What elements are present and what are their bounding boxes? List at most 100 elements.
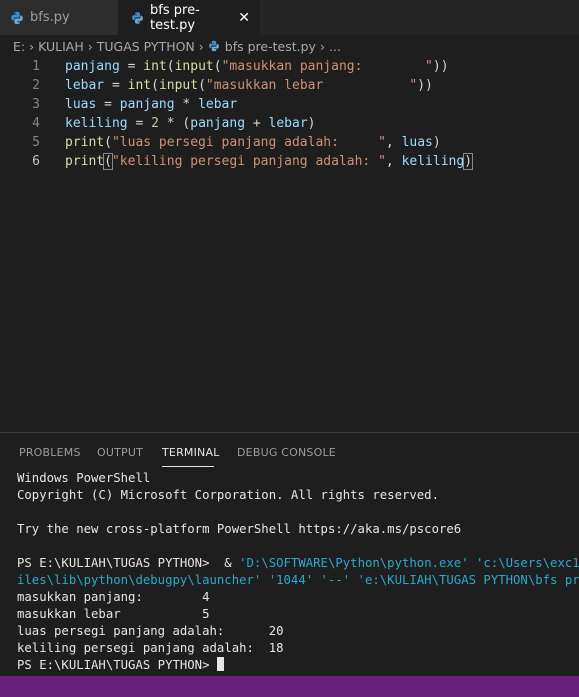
code-line[interactable]: 1 panjang = int(input("masukkan panjang: …: [0, 57, 579, 76]
code-text: print("luas persegi panjang adalah: ", l…: [65, 133, 441, 152]
terminal-text: iles\lib\python\debugpy\launcher' '1044'…: [17, 573, 579, 587]
terminal-line: masukkan panjang: 4: [17, 589, 579, 606]
code-token: int: [143, 59, 167, 74]
code-text: panjang = int(input("masukkan panjang: "…: [65, 57, 449, 76]
line-number: 5: [32, 135, 40, 150]
terminal-output[interactable]: Windows PowerShell Copyright (C) Microsof…: [17, 470, 579, 674]
code-token: ): [307, 116, 316, 131]
code-token: lebar: [198, 97, 238, 112]
terminal-cursor: [216, 657, 224, 671]
code-line[interactable]: 4 keliling = 2 * (panjang + lebar): [0, 114, 579, 133]
line-number: 1: [32, 59, 40, 74]
code-token: )): [432, 59, 449, 74]
terminal-line: Copyright (C) Microsoft Corporation. All…: [17, 487, 579, 504]
code-token: ): [463, 153, 473, 170]
terminal-line: PS E:\KULIAH\TUGAS PYTHON>: [17, 657, 579, 674]
terminal-line: Windows PowerShell: [17, 470, 579, 487]
code-token: =: [104, 78, 128, 93]
code-token: "masukkan panjang: ": [221, 59, 433, 74]
code-line[interactable]: 3 luas = panjang * lebar: [0, 95, 579, 114]
line-number: 4: [32, 116, 40, 131]
line-number: 3: [32, 97, 40, 112]
code-token: ,: [385, 154, 402, 169]
code-token: panjang: [190, 116, 246, 131]
tab-bfs-py[interactable]: bfs.py: [0, 0, 118, 35]
tab-label: bfs pre-test.py: [150, 2, 200, 33]
close-icon[interactable]: ✕: [238, 10, 250, 26]
code-token: luas: [65, 97, 97, 112]
line-number: 6: [32, 154, 40, 169]
code-token: +: [245, 116, 269, 131]
code-token: int: [127, 78, 152, 93]
code-token: )): [417, 78, 433, 93]
code-text: keliling = 2 * (panjang + lebar): [65, 114, 316, 133]
code-token: print: [65, 135, 105, 150]
python-icon: [132, 11, 143, 24]
breadcrumb-symbols[interactable]: ...: [329, 39, 341, 54]
terminal-text: PS E:\KULIAH\TUGAS PYTHON> &: [17, 556, 240, 570]
breadcrumb: E: › KULIAH › TUGAS PYTHON › bfs pre-tes…: [0, 35, 579, 57]
terminal-line: iles\lib\python\debugpy\launcher' '1044'…: [17, 572, 579, 589]
tab-debug-console[interactable]: DEBUG CONSOLE: [237, 446, 336, 459]
python-icon: [208, 40, 219, 52]
code-token: (: [198, 78, 206, 93]
code-line[interactable]: 2 lebar = int(input("masukkan lebar ")): [0, 76, 579, 95]
code-token: (: [213, 59, 222, 74]
code-token: "keliling persegi panjang adalah: ": [111, 154, 386, 169]
terminal-line: Try the new cross-platform PowerShell ht…: [17, 521, 579, 538]
line-number: 2: [32, 78, 40, 93]
chevron-right-icon: ›: [198, 38, 204, 54]
code-token: "masukkan lebar ": [205, 78, 418, 93]
chevron-right-icon: ›: [29, 38, 35, 54]
terminal-text: keliling persegi panjang adalah: 18: [17, 641, 284, 655]
code-line[interactable]: 5 print("luas persegi panjang adalah: ", …: [0, 133, 579, 152]
code-token: * (: [158, 116, 191, 131]
code-token: (: [104, 135, 112, 150]
terminal-text: masukkan lebar 5: [17, 607, 210, 621]
terminal-line: PS E:\KULIAH\TUGAS PYTHON> & 'D:\SOFTWAR…: [17, 555, 579, 572]
code-token: panjang: [119, 97, 175, 112]
breadcrumb-folder-kuliah[interactable]: KULIAH: [38, 39, 84, 54]
code-token: input: [158, 78, 199, 93]
code-token: panjang: [65, 59, 120, 74]
code-token: (: [103, 153, 113, 170]
chevron-right-icon: ›: [87, 38, 93, 54]
code-token: =: [96, 97, 120, 112]
code-token: keliling: [65, 116, 128, 131]
code-token: print: [65, 154, 105, 169]
code-token: =: [127, 116, 152, 131]
tab-problems[interactable]: PROBLEMS: [19, 446, 81, 459]
active-tab-indicator: [162, 466, 214, 467]
terminal-text: masukkan panjang: 4: [17, 590, 210, 604]
editor-tab-bar: bfs.py bfs pre-test.py ✕: [0, 0, 579, 35]
tab-terminal[interactable]: TERMINAL: [162, 446, 220, 459]
terminal-text: Try the new cross-platform PowerShell ht…: [17, 522, 462, 536]
breadcrumb-drive[interactable]: E:: [13, 39, 25, 54]
code-editor[interactable]: 1 panjang = int(input("masukkan panjang: …: [0, 56, 579, 432]
code-line[interactable]: 6 print("keliling persegi panjang adalah:…: [0, 152, 579, 171]
tab-label: bfs.py: [30, 10, 70, 25]
tab-output[interactable]: OUTPUT: [97, 446, 143, 459]
tab-bfs-pre-test-py[interactable]: bfs pre-test.py ✕: [118, 0, 260, 35]
code-text: luas = panjang * lebar: [65, 95, 237, 114]
terminal-text: Windows PowerShell: [17, 471, 151, 485]
terminal-text: luas persegi panjang adalah: 20: [17, 624, 284, 638]
code-text: print("keliling persegi panjang adalah: …: [65, 152, 473, 171]
code-token: ): [432, 135, 441, 150]
breadcrumb-folder-tugas-python[interactable]: TUGAS PYTHON: [97, 39, 195, 54]
chevron-right-icon: ›: [319, 38, 325, 54]
code-token: (: [151, 78, 159, 93]
code-token: *: [174, 97, 199, 112]
code-token: keliling: [401, 154, 465, 169]
code-text: lebar = int(input("masukkan lebar ")): [65, 76, 433, 95]
terminal-text: 'D:\SOFTWARE\Python\python.exe' 'c:\User…: [239, 556, 579, 570]
code-token: (: [166, 59, 175, 74]
code-token: "luas persegi panjang adalah: ": [111, 135, 386, 150]
bottom-panel: PROBLEMS OUTPUT TERMINAL DEBUG CONSOLE W…: [0, 432, 579, 677]
breadcrumb-file[interactable]: bfs pre-test.py: [225, 39, 316, 54]
panel-tab-bar: PROBLEMS OUTPUT TERMINAL DEBUG CONSOLE: [0, 433, 579, 471]
terminal-text: PS E:\KULIAH\TUGAS PYTHON>: [17, 658, 217, 672]
code-token: ,: [385, 135, 402, 150]
